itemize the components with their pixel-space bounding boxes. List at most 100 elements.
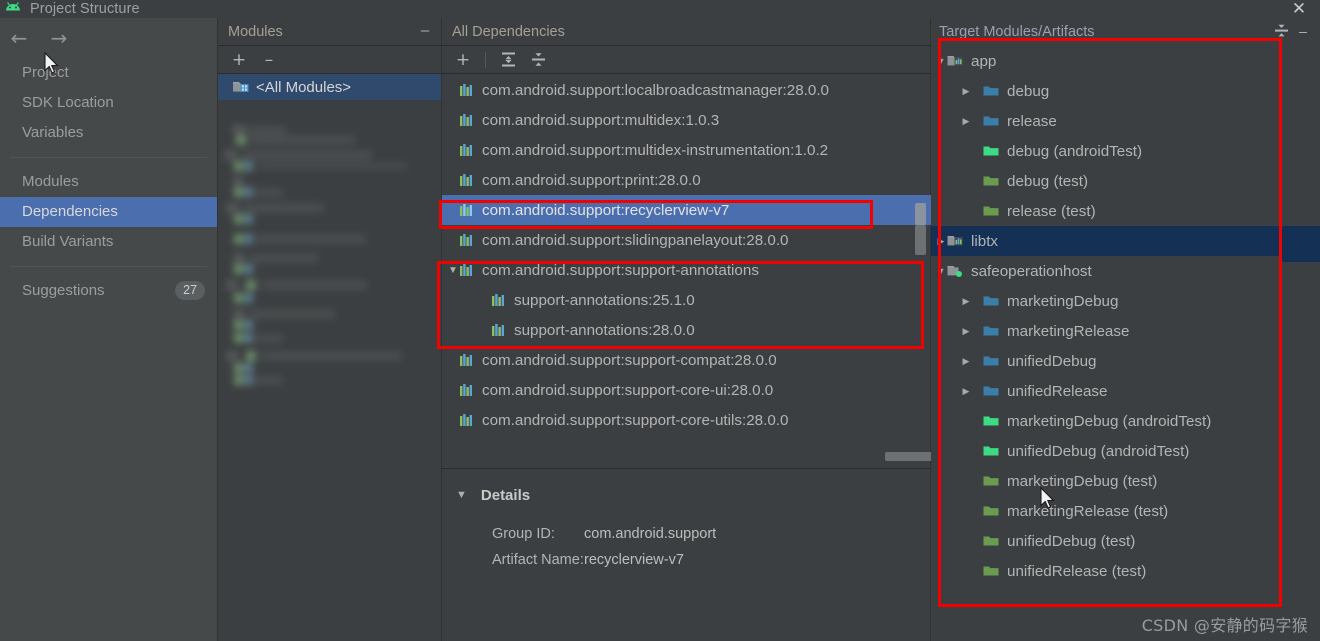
chevron-down-icon[interactable]: ▼ xyxy=(935,55,947,67)
dependency-row[interactable]: com.android.support:localbroadcastmanage… xyxy=(442,75,931,105)
dependency-row[interactable]: com.android.support:print:28.0.0 xyxy=(442,165,931,195)
dependencies-scroll-thumb[interactable] xyxy=(915,225,926,255)
dependency-row[interactable]: com.android.support:support-core-ui:28.0… xyxy=(442,375,931,405)
back-arrow-icon[interactable]: ← xyxy=(6,25,32,51)
detail-value: com.android.support xyxy=(584,526,717,542)
nav-arrow-group: ← → xyxy=(0,18,217,58)
sidebar-item-project[interactable]: Project xyxy=(0,58,217,88)
folder-icon xyxy=(983,504,1000,518)
chevron-right-icon[interactable]: ▶ xyxy=(960,385,972,397)
target-row-release-test[interactable]: release (test) xyxy=(931,196,1320,226)
target-row-marketingdebug[interactable]: ▶ marketingDebug xyxy=(931,286,1320,316)
dependency-label: com.android.support:support-annotations xyxy=(482,261,759,279)
sidebar-item-variables[interactable]: Variables xyxy=(0,118,217,148)
target-row-marketingdebug-test[interactable]: marketingDebug (test) xyxy=(931,466,1320,496)
collapse-all-icon[interactable] xyxy=(527,49,549,71)
sidebar-item-modules[interactable]: Modules xyxy=(0,167,217,197)
library-bars-icon xyxy=(460,203,474,218)
dependency-row[interactable]: com.android.support:multidex:1.0.3 xyxy=(442,105,931,135)
target-row-label: marketingDebug xyxy=(1007,292,1119,310)
target-row-debug-test[interactable]: debug (test) xyxy=(931,166,1320,196)
target-row-unifiedrelease-test[interactable]: unifiedRelease (test) xyxy=(931,556,1320,586)
detail-label: Artifact Name: xyxy=(492,552,584,568)
detail-value: recyclerview-v7 xyxy=(584,552,684,568)
sidebar-divider-1 xyxy=(10,157,207,158)
close-icon[interactable]: ✕ xyxy=(1288,0,1310,19)
folder-icon xyxy=(983,84,1000,98)
target-row-label: marketingRelease xyxy=(1007,322,1130,340)
chevron-right-icon[interactable]: ▶ xyxy=(960,355,972,367)
title-bar: Project Structure ✕ xyxy=(0,0,1320,19)
dependency-row[interactable]: com.android.support:multidex-instrumenta… xyxy=(442,135,931,165)
dependency-row[interactable]: support-annotations:25.1.0 xyxy=(442,285,931,315)
target-row-unifieddebug[interactable]: ▶ unifiedDebug xyxy=(931,346,1320,376)
target-row-unifiedrelease[interactable]: ▶ unifiedRelease xyxy=(931,376,1320,406)
chevron-right-icon[interactable]: ▶ xyxy=(960,295,972,307)
dependencies-list[interactable]: com.android.support:localbroadcastmanage… xyxy=(442,75,931,467)
forward-arrow-icon[interactable]: → xyxy=(46,25,72,51)
library-bars-icon xyxy=(460,83,474,98)
dependency-label: support-annotations:25.1.0 xyxy=(514,291,695,309)
sidebar-item-label: Build Variants xyxy=(22,233,114,250)
target-row-label: unifiedDebug xyxy=(1007,352,1097,370)
dependency-row[interactable]: com.android.support:support-core-utils:2… xyxy=(442,405,931,435)
library-bars-icon xyxy=(460,233,474,248)
minimize-icon[interactable]: – xyxy=(1294,22,1312,40)
remove-module-button[interactable]: – xyxy=(258,49,280,71)
minimize-icon[interactable]: – xyxy=(417,23,433,40)
chevron-down-icon[interactable]: ▼ xyxy=(448,265,459,276)
chevron-right-icon[interactable]: ▶ xyxy=(960,325,972,337)
target-row-libtx[interactable]: ▶ libtx xyxy=(931,226,1320,256)
csdn-watermark: CSDN @安静的码字猴 xyxy=(1141,616,1308,635)
dependency-label: com.android.support:support-compat:28.0.… xyxy=(482,351,777,369)
dependency-row-recyclerview-v7[interactable]: com.android.support:recyclerview-v7 xyxy=(442,195,931,225)
target-row-unifieddebug-androidtest[interactable]: unifiedDebug (androidTest) xyxy=(931,436,1320,466)
dependencies-scroll-thumb-top[interactable] xyxy=(915,203,926,225)
sidebar-item-label: Modules xyxy=(22,173,79,190)
chevron-down-icon[interactable]: ▼ xyxy=(935,265,947,277)
dependency-row[interactable]: com.android.support:support-compat:28.0.… xyxy=(442,345,931,375)
add-dependency-button[interactable]: + xyxy=(452,49,474,71)
library-bars-icon xyxy=(460,353,474,368)
target-row-marketingdebug-androidtest[interactable]: marketingDebug (androidTest) xyxy=(931,406,1320,436)
chevron-down-icon[interactable]: ▼ xyxy=(456,489,467,501)
chevron-right-icon[interactable]: ▶ xyxy=(960,85,972,97)
folder-icon xyxy=(983,324,1000,338)
dependency-label: com.android.support:print:28.0.0 xyxy=(482,171,701,189)
folder-icon xyxy=(983,144,1000,158)
chevron-right-icon[interactable]: ▶ xyxy=(935,235,947,247)
collapse-all-icon[interactable] xyxy=(1272,22,1290,40)
target-row-label: safeoperationhost xyxy=(971,262,1092,280)
dependency-row-support-annotations[interactable]: ▼ com.android.support:support-annotation… xyxy=(442,255,931,285)
target-modules-panel: Target Modules/Artifacts – ▼ app ▶ debug… xyxy=(931,18,1320,641)
target-row-debug[interactable]: ▶ debug xyxy=(931,76,1320,106)
sidebar-item-build-variants[interactable]: Build Variants xyxy=(0,227,217,257)
sidebar-item-label: SDK Location xyxy=(22,94,114,111)
library-bars-icon xyxy=(460,413,474,428)
target-row-marketingrelease[interactable]: ▶ marketingRelease xyxy=(931,316,1320,346)
suggestions-count-badge: 27 xyxy=(175,281,205,300)
target-row-debug-androidtest[interactable]: debug (androidTest) xyxy=(931,136,1320,166)
target-row-release[interactable]: ▶ release xyxy=(931,106,1320,136)
sidebar-item-dependencies[interactable]: Dependencies xyxy=(0,197,217,227)
sidebar-item-sdk-location[interactable]: SDK Location xyxy=(0,88,217,118)
details-section-header[interactable]: ▼ Details xyxy=(442,480,931,510)
dependency-label: com.android.support:multidex-instrumenta… xyxy=(482,141,829,159)
chevron-right-icon[interactable]: ▶ xyxy=(960,115,972,127)
add-module-button[interactable]: + xyxy=(228,49,250,71)
dependency-row[interactable]: com.android.support:slidingpanelayout:28… xyxy=(442,225,931,255)
dependency-row[interactable]: support-annotations:28.0.0 xyxy=(442,315,931,345)
folder-icon xyxy=(983,114,1000,128)
target-row-app[interactable]: ▼ app xyxy=(931,46,1320,76)
target-row-unifieddebug-test[interactable]: unifiedDebug (test) xyxy=(931,526,1320,556)
target-row-label: app xyxy=(971,52,997,70)
folder-icon xyxy=(983,444,1000,458)
target-modules-tree[interactable]: ▼ app ▶ debug ▶ release debug (androidTe… xyxy=(931,46,1320,586)
settings-sidebar: ← → Project SDK Location Variables Modul… xyxy=(0,18,218,641)
target-row-marketingrelease-test[interactable]: marketingRelease (test) xyxy=(931,496,1320,526)
target-row-safeoperationhost[interactable]: ▼ safeoperationhost xyxy=(931,256,1320,286)
module-item-all-modules[interactable]: <All Modules> xyxy=(218,74,441,100)
expand-all-icon[interactable] xyxy=(497,49,519,71)
target-panel-header: Target Modules/Artifacts – xyxy=(931,18,1320,46)
sidebar-item-suggestions[interactable]: Suggestions 27 xyxy=(0,276,217,306)
